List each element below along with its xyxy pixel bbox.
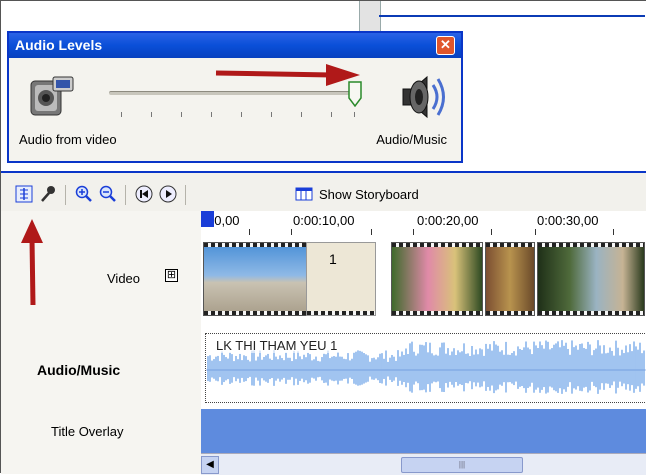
video-transition[interactable]: 1 [306,242,376,316]
ruler-time-label: 0:00:20,00 [417,213,479,228]
video-track-label: Video [107,271,141,286]
timeline-horizontal-scrollbar[interactable]: ◀ ||| [201,453,646,475]
narrate-timeline-icon[interactable] [39,185,57,203]
ruler-time-label: 0:00:30,00 [537,213,599,228]
video-clip-thumbnail[interactable] [537,242,645,316]
rewind-timeline-icon[interactable] [135,185,153,203]
audio-balance-slider-track[interactable] [109,91,359,95]
video-speaker-icon [30,76,74,116]
film-edge [307,311,375,315]
scrollbar-thumb[interactable]: ||| [401,457,523,473]
audio-music-label: Audio/Music [376,132,447,147]
show-storyboard-button[interactable]: Show Storyboard [319,187,419,202]
audio-music-track-label: Audio/Music [37,362,121,378]
audio-from-video-label: Audio from video [19,132,117,147]
zoom-out-icon[interactable] [99,185,117,203]
ruler-tick [413,229,414,235]
ruler-tick [535,229,536,235]
video-clip-thumbnail[interactable] [203,242,307,316]
film-edge [538,243,644,247]
set-audio-levels-icon[interactable] [15,185,33,203]
film-edge [538,311,644,315]
audio-clip[interactable]: LK THI THAM YEU 1 [205,333,646,403]
slider-tick [151,112,152,117]
audio-clip-name: LK THI THAM YEU 1 [214,338,340,353]
slider-tick [271,112,272,117]
ruler-tick [491,229,492,235]
close-icon[interactable]: ✕ [436,36,455,55]
video-clip-thumbnail[interactable] [485,242,535,316]
pane-splitter[interactable] [359,1,381,35]
ruler-time-label: 0:00:10,00 [293,213,355,228]
slider-tick [241,112,242,117]
slider-tick [211,112,212,117]
play-timeline-icon[interactable] [159,185,177,203]
ruler-tick [613,229,614,235]
transition-number: 1 [329,251,337,267]
storyboard-icon[interactable] [295,185,313,203]
film-edge [204,243,306,247]
audio-levels-dialog: Audio Levels ✕ Audio from video Audio/Mu… [7,31,463,163]
slider-tick [331,112,332,117]
slider-tick [354,112,355,117]
music-speaker-icon [402,75,445,119]
title-overlay-track-label: Title Overlay [51,424,124,439]
slider-tick [301,112,302,117]
slider-tick [181,112,182,117]
video-clip-thumbnail[interactable] [391,242,483,316]
playhead-marker[interactable] [201,211,214,227]
annotation-arrow-right [215,64,360,86]
dialog-title: Audio Levels [9,33,461,58]
slider-tick [121,112,122,117]
film-edge [392,311,482,315]
window-frame: Audio Levels ✕ Audio from video Audio/Mu… [0,0,646,475]
ruler-tick [249,229,250,235]
film-edge [486,243,534,247]
toolbar-separator [125,185,126,205]
film-edge [486,311,534,315]
expand-video-track-icon[interactable]: ⊞ [165,269,178,282]
ruler-tick [371,229,372,235]
video-track: 1 [201,236,646,322]
ruler-tick [291,229,292,235]
toolbar-separator [65,185,66,205]
film-edge [392,243,482,247]
annotation-arrow-up [21,219,43,305]
timeline-toolbar: Show Storyboard [1,171,646,213]
background-divider-line [379,15,645,17]
scroll-left-icon[interactable]: ◀ [201,456,219,474]
audio-music-track: LK THI THAM YEU 1 [201,321,646,409]
toolbar-separator [185,185,186,205]
zoom-in-icon[interactable] [75,185,93,203]
film-edge [204,311,306,315]
timeline-ruler[interactable]: 00,00 0:00:10,00 0:00:20,00 0:00:30,00 [201,211,646,237]
title-overlay-track[interactable] [201,409,646,453]
